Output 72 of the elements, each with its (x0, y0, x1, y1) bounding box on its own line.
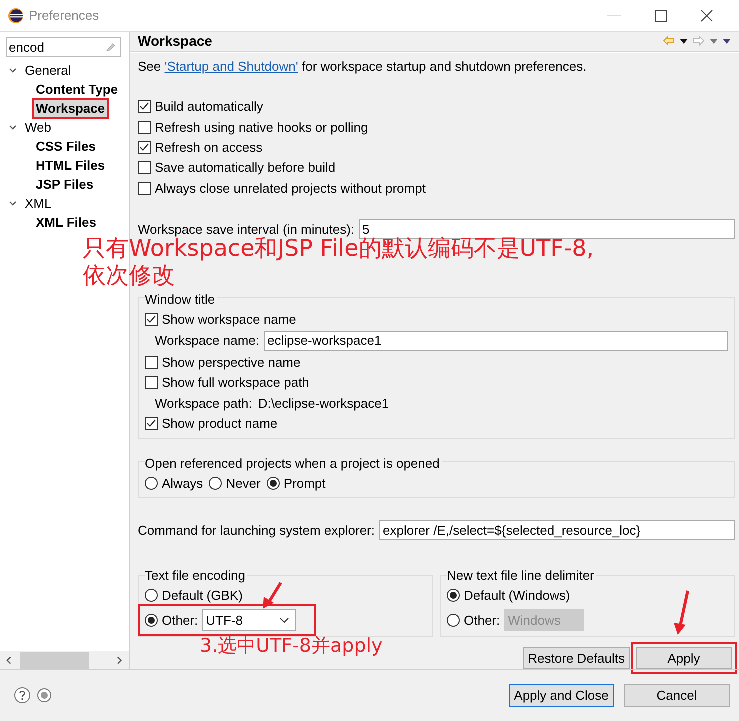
filter-field[interactable]: encod (6, 37, 121, 57)
radio-button[interactable] (447, 589, 460, 602)
checkbox-label: Show workspace name (162, 312, 296, 328)
tree-item[interactable]: XML Files (32, 212, 100, 233)
tree-item[interactable]: CSS Files (32, 136, 100, 157)
page-button[interactable]: Restore Defaults (523, 647, 630, 669)
chevron-icon[interactable] (9, 200, 17, 206)
checkbox-label: Show product name (162, 416, 278, 432)
radio-label: Never (226, 476, 261, 491)
radio-label: Prompt (284, 476, 326, 491)
radio-label: Other: (162, 612, 198, 628)
tree-item[interactable]: General (25, 63, 72, 78)
radio-label: Default (GBK) (162, 588, 243, 603)
checkbox-label: Refresh on access (155, 140, 263, 155)
help-icon[interactable] (14, 687, 31, 704)
radio-label: Default (Windows) (464, 588, 570, 603)
checkbox-label: Save automatically before build (155, 160, 336, 176)
checkbox-label: Refresh using native hooks or polling (155, 120, 368, 135)
field-label: Workspace name: (155, 333, 260, 348)
tree-item[interactable]: XML (25, 196, 52, 211)
checkbox[interactable] (138, 182, 151, 195)
checkbox[interactable] (145, 376, 158, 390)
dialog-button[interactable]: Apply and Close (509, 684, 614, 707)
checkbox[interactable] (145, 417, 158, 430)
tree-item[interactable]: Workspace (32, 98, 110, 119)
annotation-note: 3.选中UTF-8并apply (200, 634, 383, 659)
checkbox[interactable] (138, 161, 151, 174)
checkbox[interactable] (138, 141, 151, 154)
scroll-right-icon[interactable] (117, 656, 124, 664)
horizontal-scrollbar[interactable] (0, 651, 129, 669)
checkbox-label: Show perspective name (162, 354, 301, 370)
field-label: Workspace save interval (in minutes): (138, 222, 355, 237)
radio-button[interactable] (266, 477, 280, 490)
tree-item[interactable]: HTML Files (32, 155, 110, 176)
command-field[interactable]: explorer /E,/select=${selected_resource_loc} (379, 520, 735, 540)
chevron-icon[interactable] (9, 68, 17, 74)
window-title: Preferences (29, 8, 100, 23)
checkbox[interactable] (138, 120, 151, 134)
chevron-icon[interactable] (9, 124, 17, 130)
workspace-name-field[interactable]: eclipse-workspace1 (264, 330, 728, 351)
radio-button[interactable] (145, 614, 158, 626)
checkbox-label: Build automatically (155, 99, 264, 114)
startup-link[interactable]: 'Startup and Shutdown' (164, 58, 298, 74)
close-icon[interactable] (701, 10, 713, 22)
record-icon[interactable] (37, 688, 52, 703)
scroll-left-icon[interactable] (6, 656, 12, 664)
radio-button[interactable] (145, 589, 158, 602)
radio-button[interactable] (209, 477, 222, 490)
intro-text: See 'Startup and Shutdown' for workspace startup and shutdown preferences. (138, 58, 588, 74)
checkbox[interactable] (138, 100, 151, 114)
checkbox[interactable] (145, 313, 158, 326)
tree-item[interactable]: Web (25, 120, 52, 135)
tree-item[interactable]: Content Type (32, 79, 122, 100)
field-label: Workspace path: (155, 396, 252, 411)
annotation-arrow (261, 582, 285, 610)
maximize-icon[interactable] (655, 10, 667, 22)
page-title: Workspace (138, 33, 212, 50)
checkbox-label: Show full workspace path (162, 375, 310, 390)
dropdown[interactable]: UTF-8 (202, 609, 296, 631)
tree-item[interactable]: JSP Files (32, 174, 98, 195)
radio-button[interactable] (145, 477, 158, 490)
radio-label: Always (162, 476, 204, 491)
checkbox[interactable] (145, 356, 158, 369)
app-logo-icon (8, 8, 24, 24)
checkbox-label: Always close unrelated projects without prompt (155, 180, 426, 196)
dialog-button[interactable]: Cancel (624, 684, 730, 707)
radio-label: Other: (464, 612, 500, 628)
caret-icon (280, 618, 290, 622)
path-value: D:\eclipse-workspace1 (258, 396, 390, 411)
field-label: Command for launching system explorer: (138, 522, 375, 538)
dropdown-icon[interactable] (680, 38, 688, 44)
view-menu-icon[interactable] (723, 38, 731, 44)
